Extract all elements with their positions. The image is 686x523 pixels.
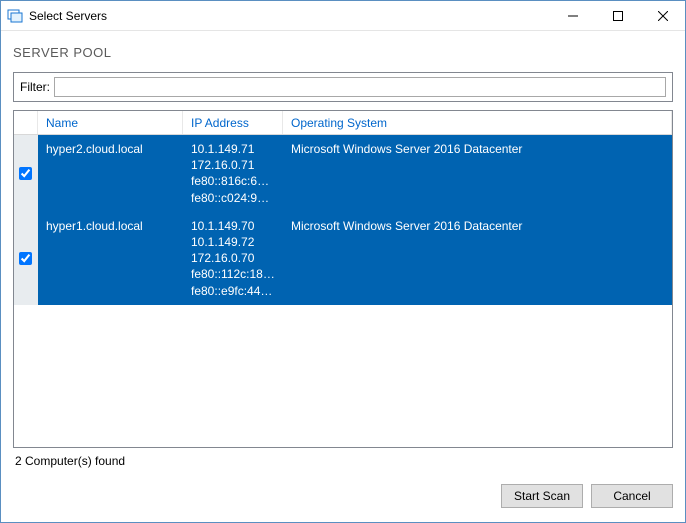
grid-header: Name IP Address Operating System	[14, 111, 672, 135]
ip-line: fe80::816c:665...	[191, 173, 275, 189]
ip-line: fe80::112c:180...	[191, 266, 275, 282]
cancel-button[interactable]: Cancel	[591, 484, 673, 508]
filter-input[interactable]	[54, 77, 666, 97]
cell-os: Microsoft Windows Server 2016 Datacenter	[283, 139, 672, 208]
row-checkbox[interactable]	[19, 167, 32, 180]
maximize-button[interactable]	[595, 1, 640, 30]
cell-ip: 10.1.149.71172.16.0.71fe80::816c:665...f…	[183, 139, 283, 208]
column-header-ip[interactable]: IP Address	[183, 111, 283, 134]
ip-line: fe80::e9fc:44cb:...	[191, 283, 275, 299]
ip-line: fe80::c024:99b...	[191, 190, 275, 206]
cell-ip: 10.1.149.7010.1.149.72172.16.0.70fe80::1…	[183, 216, 283, 301]
server-grid: Name IP Address Operating System hyper2.…	[13, 110, 673, 448]
grid-body[interactable]: hyper2.cloud.local10.1.149.71172.16.0.71…	[14, 135, 672, 447]
filter-label: Filter:	[20, 80, 50, 94]
filter-row: Filter:	[13, 72, 673, 102]
row-checkbox-cell	[14, 212, 38, 305]
minimize-button[interactable]	[550, 1, 595, 30]
start-scan-button[interactable]: Start Scan	[501, 484, 583, 508]
row-checkbox-cell	[14, 135, 38, 212]
cell-name: hyper1.cloud.local	[38, 216, 183, 301]
close-button[interactable]	[640, 1, 685, 30]
ip-line: 10.1.149.71	[191, 141, 275, 157]
ip-line: 10.1.149.70	[191, 218, 275, 234]
button-row: Start Scan Cancel	[1, 476, 685, 522]
table-row[interactable]: hyper1.cloud.local10.1.149.7010.1.149.72…	[14, 212, 672, 305]
titlebar: Select Servers	[1, 1, 685, 31]
column-header-checkbox[interactable]	[14, 111, 38, 134]
content-area: SERVER POOL Filter: Name IP Address Oper…	[1, 31, 685, 476]
app-icon	[7, 8, 23, 24]
ip-line: 172.16.0.71	[191, 157, 275, 173]
column-header-name[interactable]: Name	[38, 111, 183, 134]
status-text: 2 Computer(s) found	[13, 448, 673, 476]
table-row[interactable]: hyper2.cloud.local10.1.149.71172.16.0.71…	[14, 135, 672, 212]
section-title: SERVER POOL	[13, 45, 673, 60]
row-checkbox[interactable]	[19, 252, 32, 265]
window-title: Select Servers	[29, 9, 107, 23]
cell-os: Microsoft Windows Server 2016 Datacenter	[283, 216, 672, 301]
column-header-os[interactable]: Operating System	[283, 111, 672, 134]
ip-line: 172.16.0.70	[191, 250, 275, 266]
cell-name: hyper2.cloud.local	[38, 139, 183, 208]
ip-line: 10.1.149.72	[191, 234, 275, 250]
